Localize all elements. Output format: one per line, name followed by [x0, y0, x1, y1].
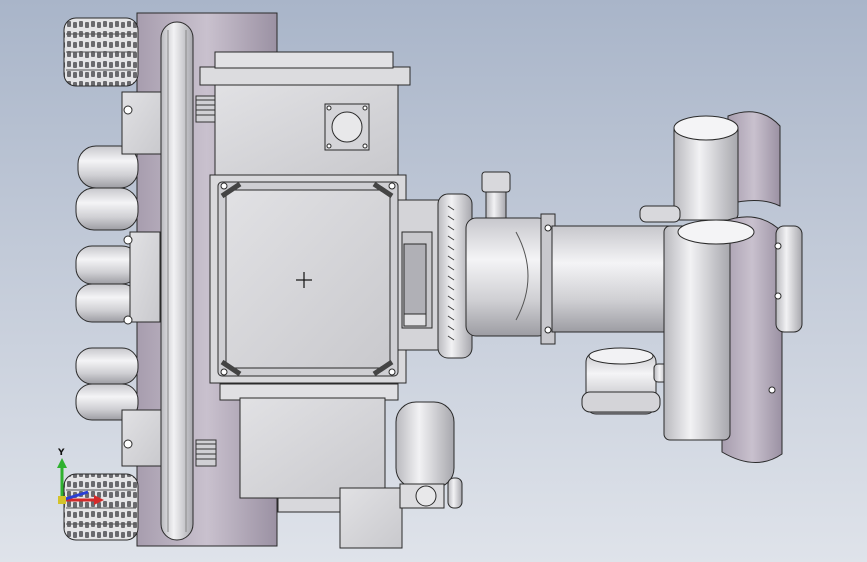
main-wheel: [160, 21, 194, 541]
mount-bracket: [397, 199, 441, 351]
triad-y-label: Y: [57, 448, 65, 458]
junction-box: [209, 174, 407, 384]
top-box: [199, 51, 411, 176]
triad-origin: [58, 496, 66, 504]
small-drum: [581, 347, 669, 415]
tire-bottom: [63, 473, 139, 541]
robot-assembly-drawing: Y: [57, 12, 803, 549]
tire-top: [63, 17, 139, 87]
upper-cylinder: [639, 111, 781, 223]
lower-cylinder: [663, 216, 803, 463]
arm-tube: [465, 213, 685, 345]
vertical-post: [481, 171, 511, 225]
triad-y-arrow: [57, 458, 67, 468]
cad-viewport[interactable]: Y: [0, 0, 867, 562]
roller-stack: [75, 145, 139, 421]
